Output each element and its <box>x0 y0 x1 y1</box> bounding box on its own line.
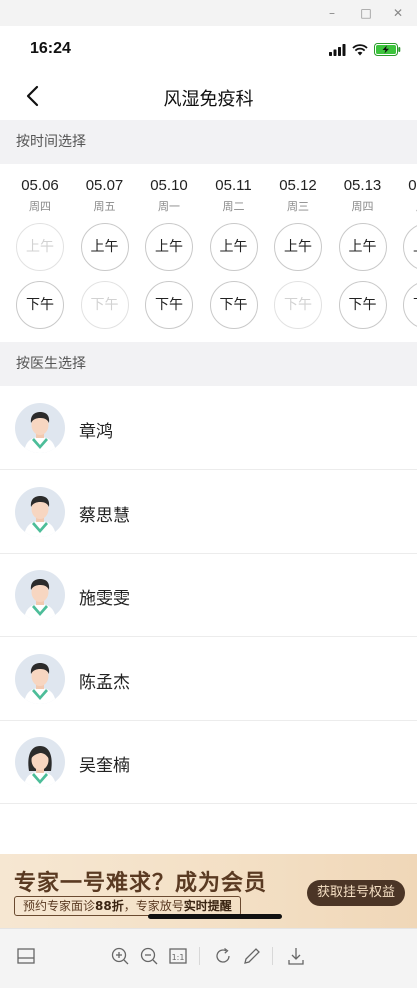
morning-slot-button[interactable]: 上午 <box>274 223 322 271</box>
afternoon-slot-button[interactable]: 下午 <box>16 281 64 329</box>
male-doctor-avatar <box>15 486 65 537</box>
actual-size-icon[interactable]: 1:1 <box>168 946 188 966</box>
weekday-label: 周五 <box>395 198 417 214</box>
date-label: 05.11 <box>215 177 252 194</box>
weekday-label: 周三 <box>287 200 309 213</box>
edit-pen-icon[interactable] <box>242 946 262 966</box>
maximize-button[interactable]: □ <box>357 4 375 22</box>
close-window-button[interactable]: ✕ <box>389 4 407 22</box>
afternoon-slot-button: 下午 <box>80 281 129 329</box>
status-bar: 16:24 <box>0 26 417 72</box>
weekday-label: 周一 <box>158 200 180 213</box>
banner-headline: 专家一号难求？成为会员 <box>14 870 268 896</box>
afternoon-slot-button[interactable]: 下午 <box>145 281 193 329</box>
doctor-row[interactable]: 施雯雯 <box>0 554 417 637</box>
toolbar-divider <box>199 947 200 965</box>
get-registration-benefits-button[interactable]: 获取挂号权益 <box>306 880 405 906</box>
actual-size-label: 1:1 <box>172 953 185 962</box>
status-time: 16:24 <box>30 40 71 57</box>
date-label: 05.12 <box>279 177 317 194</box>
doctor-row[interactable]: 蔡思慧 <box>0 470 417 554</box>
date-label: 05.13 <box>343 177 382 194</box>
date-label: 05.06 <box>21 177 59 194</box>
home-indicator <box>148 914 282 919</box>
morning-slot-button[interactable]: 上午 <box>145 223 193 271</box>
sidebar-toggle-icon[interactable] <box>16 946 36 966</box>
date-label: 05.10 <box>150 177 188 194</box>
doctor-name: 吴奎楠 <box>79 756 130 776</box>
weekday-label: 周二 <box>222 200 245 213</box>
morning-slot-button: 上午 <box>16 223 64 271</box>
toolbar-divider <box>272 947 273 965</box>
morning-slot-button[interactable]: 上午 <box>80 223 129 271</box>
date-label: 05.07 <box>85 177 124 194</box>
zoom-out-icon[interactable] <box>139 946 159 966</box>
morning-slot-button[interactable]: 上午 <box>338 223 387 271</box>
doctor-section-header: 按医生选择 <box>0 342 417 386</box>
zoom-in-icon[interactable] <box>110 946 130 966</box>
download-icon[interactable] <box>286 946 306 966</box>
morning-slot-button[interactable]: 上午 <box>209 223 258 271</box>
afternoon-slot-button[interactable]: 下午 <box>209 281 258 329</box>
doctor-name: 章鸿 <box>79 422 113 442</box>
date-label: 05.14 <box>408 177 417 194</box>
doctor-name: 施雯雯 <box>79 589 130 609</box>
nav-bar: 风湿免疫科 <box>0 72 417 120</box>
window-title-bar: – □ ✕ <box>0 0 417 26</box>
doctor-row[interactable]: 章鸿 <box>0 387 417 470</box>
male-doctor-avatar <box>15 403 65 453</box>
viewer-toolbar: 1:1 <box>0 928 417 988</box>
battery-charging-icon <box>374 41 401 60</box>
rotate-icon[interactable] <box>213 946 233 966</box>
afternoon-slot-button[interactable]: 下午 <box>338 281 387 329</box>
afternoon-slot-button: 下午 <box>274 281 322 329</box>
banner-subtitle: 预约专家面诊88折，专家放号实时提醒 <box>14 896 241 916</box>
female-doctor-avatar <box>15 737 65 787</box>
male-doctor-avatar <box>15 653 65 704</box>
doctor-name: 陈孟杰 <box>79 672 130 693</box>
weekday-label: 周四 <box>29 200 51 213</box>
doctor-row[interactable]: 吴奎楠 <box>0 721 417 804</box>
morning-slot-button[interactable]: 上午 <box>403 223 417 271</box>
page-title: 风湿免疫科 <box>163 89 254 110</box>
afternoon-slot-button[interactable]: 下午 <box>403 281 417 329</box>
date-selector[interactable]: 05.06 周四 上午 下午 05.07 周五 上午 下午 05.10 周一 上午 下午 05.11 周二… <box>0 164 417 342</box>
minimize-button[interactable]: – <box>323 4 341 22</box>
doctor-row[interactable]: 陈孟杰 <box>0 637 417 721</box>
time-section-header: 按时间选择 <box>0 120 417 164</box>
weekday-label: 周四 <box>351 200 374 213</box>
doctor-name: 蔡思慧 <box>79 505 130 526</box>
male-doctor-avatar <box>15 570 65 620</box>
signal-icon <box>329 41 346 60</box>
weekday-label: 周五 <box>93 200 116 213</box>
wifi-icon <box>352 41 368 60</box>
